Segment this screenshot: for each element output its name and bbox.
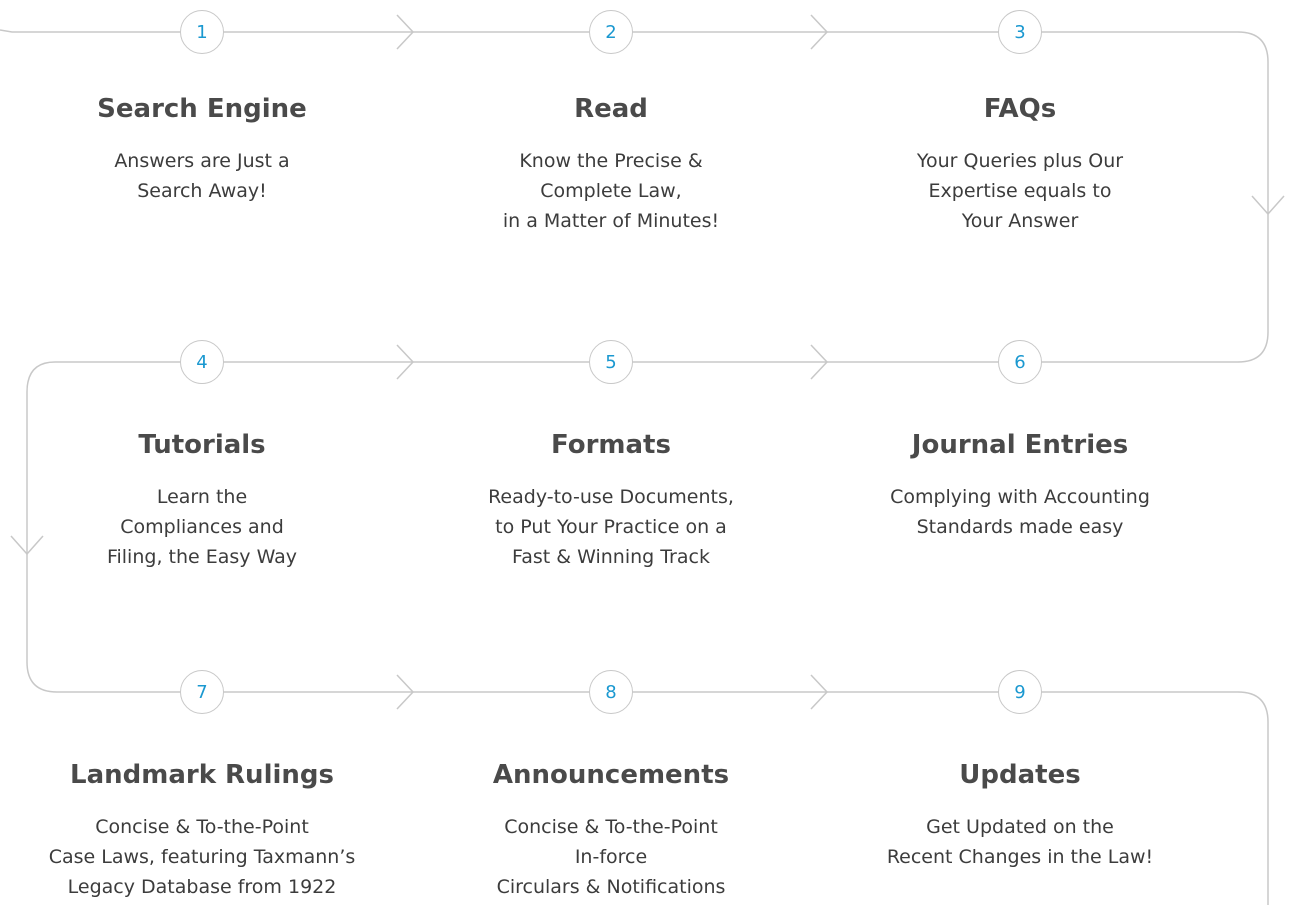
feature-title: Tutorials [138, 430, 266, 460]
feature-title: Search Engine [97, 94, 307, 124]
step-number-badge: 2 [589, 10, 633, 54]
feature-description: Know the Precise & Complete Law, in a Matt… [502, 150, 720, 232]
feature-title: FAQs [983, 94, 1057, 124]
step-number-badge: 3 [998, 10, 1042, 54]
step-number-badge: 1 [180, 10, 224, 54]
feature-description: Ready-to-use Documents, to Put Your Pract… [488, 486, 734, 568]
step-number-badge: 4 [180, 340, 224, 384]
chevron-right-icon [396, 674, 415, 710]
feature-description: Concise & To-the-Point Case Laws, featuri… [48, 816, 356, 898]
step-number-badge: 8 [589, 670, 633, 714]
feature-title: Landmark Rulings [70, 760, 334, 790]
feature-title: Read [574, 94, 648, 124]
step-number-badge: 6 [998, 340, 1042, 384]
step-number-badge: 7 [180, 670, 224, 714]
feature-description: Complying with Accounting Standards made … [890, 486, 1150, 538]
chevron-right-icon [810, 14, 829, 50]
feature-title: Announcements [492, 760, 730, 790]
feature-title: Journal Entries [911, 430, 1129, 460]
feature-title: Formats [551, 430, 671, 460]
feature-title: Updates [959, 760, 1081, 790]
feature-description: Learn the Compliances and Filing, the Easy… [106, 486, 298, 568]
feature-description: Concise & To-the-Point In-force Circulars … [496, 816, 726, 898]
chevron-right-icon [810, 344, 829, 380]
step-number-badge: 5 [589, 340, 633, 384]
feature-description: Your Queries plus Our Expertise equals to… [916, 150, 1124, 232]
feature-description: Answers are Just a Search Away! [114, 150, 290, 202]
feature-description: Get Updated on the Recent Changes in the … [886, 816, 1154, 868]
chevron-right-icon [810, 674, 829, 710]
step-number-badge: 9 [998, 670, 1042, 714]
chevron-right-icon [396, 14, 415, 50]
chevron-right-icon [396, 344, 415, 380]
chevron-down-icon [1251, 195, 1285, 216]
